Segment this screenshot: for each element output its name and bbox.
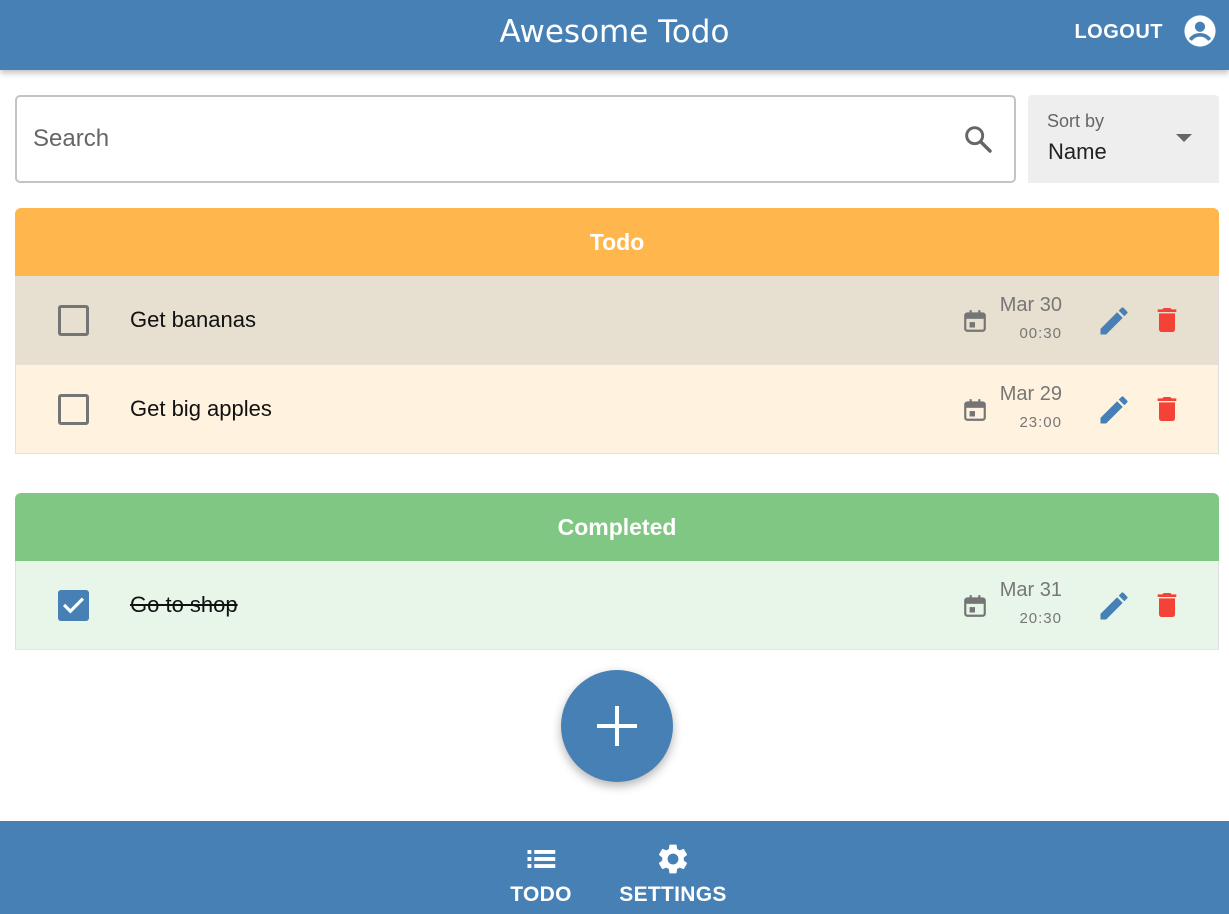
task-text: Get bananas — [130, 307, 256, 332]
settings-gear-icon — [658, 844, 688, 874]
task-checkbox[interactable] — [58, 394, 89, 425]
task-date: Mar 29 — [999, 383, 1062, 405]
todo-section-header: Todo — [15, 208, 1219, 276]
nav-label-settings: SETTINGS — [619, 883, 727, 906]
search-icon[interactable] — [962, 123, 994, 155]
nav-item-todo[interactable]: TODO — [497, 821, 585, 914]
nav-item-settings[interactable]: SETTINGS — [613, 821, 733, 914]
search-box — [15, 95, 1016, 183]
delete-trash-icon[interactable] — [1151, 588, 1183, 622]
delete-trash-icon[interactable] — [1151, 392, 1183, 426]
edit-pencil-icon[interactable] — [1096, 303, 1132, 339]
bottom-nav: TODO SETTINGS — [0, 821, 1229, 914]
delete-trash-icon[interactable] — [1151, 303, 1183, 337]
task-checkbox[interactable] — [58, 590, 89, 621]
todo-section: Todo Get bananas Mar 30 00:30 Get big ap… — [15, 208, 1219, 454]
edit-pencil-icon[interactable] — [1096, 392, 1132, 428]
arrow-drop-down-icon — [1176, 134, 1192, 142]
completed-section: Completed Go to shop Mar 31 20:30 — [15, 493, 1219, 650]
task-date: Mar 30 — [999, 294, 1062, 316]
calendar-icon — [964, 595, 986, 617]
sort-select[interactable]: Sort by Name — [1028, 95, 1219, 183]
edit-pencil-icon[interactable] — [1096, 588, 1132, 624]
app-title: Awesome Todo — [499, 14, 730, 50]
task-text: Get big apples — [130, 396, 272, 421]
task-text: Go to shop — [130, 592, 238, 617]
task-row[interactable]: Go to shop Mar 31 20:30 — [15, 561, 1219, 650]
calendar-icon — [964, 310, 986, 332]
sort-label: Sort by — [1047, 111, 1105, 131]
nav-label-todo: TODO — [510, 883, 572, 906]
app-bar: Awesome Todo LOGOUT — [0, 0, 1229, 70]
search-input[interactable] — [33, 97, 933, 181]
task-date: Mar 31 — [999, 579, 1062, 601]
task-checkbox[interactable] — [58, 305, 89, 336]
logout-button[interactable]: LOGOUT — [1074, 18, 1163, 46]
calendar-icon — [964, 399, 986, 421]
task-time: 23:00 — [1019, 414, 1062, 431]
add-icon — [597, 706, 637, 746]
task-row[interactable]: Get bananas Mar 30 00:30 — [15, 276, 1219, 365]
task-time: 20:30 — [1019, 610, 1062, 627]
task-row[interactable]: Get big apples Mar 29 23:00 — [15, 365, 1219, 454]
completed-section-header: Completed — [15, 493, 1219, 561]
list-icon — [527, 850, 556, 868]
checkmark-icon — [62, 597, 85, 614]
task-time: 00:30 — [1019, 325, 1062, 342]
account-circle-icon[interactable] — [1183, 14, 1217, 48]
add-task-button[interactable] — [561, 670, 673, 782]
sort-value: Name — [1048, 139, 1107, 164]
